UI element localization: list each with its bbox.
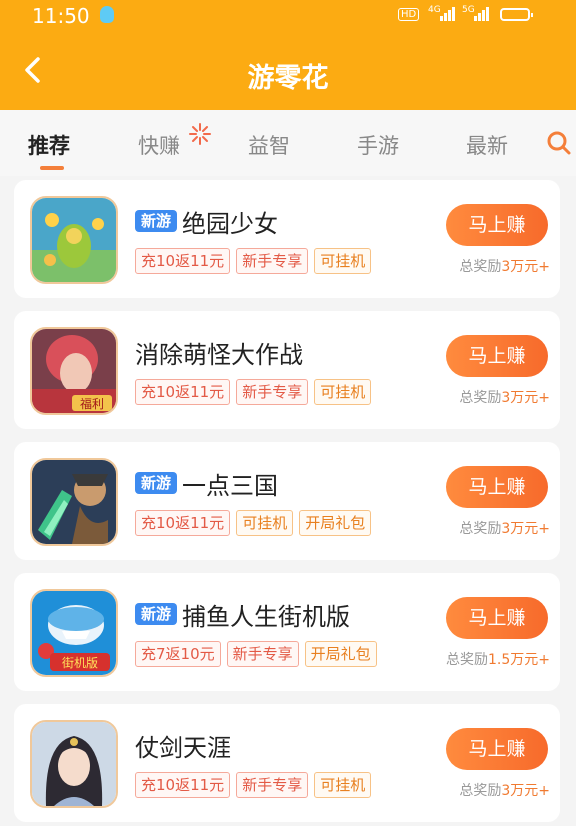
tab-puzzle[interactable]: 益智 (248, 130, 290, 160)
total-reward: 总奖励3万元+ (459, 256, 550, 276)
tag-recharge-bonus: 充10返11元 (135, 772, 231, 798)
status-time: 11:50 (32, 4, 90, 28)
earn-now-button[interactable]: 马上赚 (446, 204, 548, 246)
game-icon-juyuan (30, 196, 118, 284)
reward-amount: 3万元+ (501, 259, 550, 275)
game-tags: 充10返11元 可挂机 开局礼包 (135, 510, 377, 536)
status-bar: 11:50 HD 4G 5G (0, 0, 576, 30)
battery-icon (500, 8, 533, 21)
app-header: 游零花 (0, 30, 576, 110)
game-tags: 充7返10元 新手专享 开局礼包 (135, 641, 383, 667)
total-reward: 总奖励3万元+ (459, 780, 550, 800)
tag-idle-play: 可挂机 (236, 510, 294, 536)
game-tags: 充10返11元 新手专享 可挂机 (135, 772, 377, 798)
game-name: 仗剑天涯 (135, 734, 231, 762)
game-card[interactable]: 新游 一点三国 充10返11元 可挂机 开局礼包 马上赚 总奖励3万元+ (14, 442, 560, 560)
signal-bars-icon-2 (474, 7, 490, 21)
game-card[interactable]: 新游 绝园少女 充10返11元 新手专享 可挂机 马上赚 总奖励3万元+ (14, 180, 560, 298)
game-tags: 充10返11元 新手专享 可挂机 (135, 379, 377, 405)
tag-newbie-exclusive: 新手专享 (236, 379, 309, 405)
tab-mobile-games[interactable]: 手游 (357, 130, 399, 160)
active-tab-indicator (40, 166, 64, 170)
qq-notification-icon (100, 6, 114, 23)
search-icon[interactable] (546, 130, 574, 158)
total-reward: 总奖励3万元+ (459, 518, 550, 538)
reward-label: 总奖励 (459, 390, 502, 406)
tag-newbie-exclusive: 新手专享 (226, 641, 299, 667)
tag-idle-play: 可挂机 (314, 379, 372, 405)
tag-recharge-bonus: 充10返11元 (135, 248, 231, 274)
category-tabs: 推荐 快赚 益智 手游 最新 (0, 110, 576, 176)
new-game-badge: 新游 (135, 603, 177, 625)
game-name: 消除萌怪大作战 (135, 341, 303, 369)
network-4g-label: 4G (428, 5, 441, 15)
tag-recharge-bonus: 充10返11元 (135, 510, 231, 536)
tag-newbie-exclusive: 新手专享 (236, 772, 309, 798)
tag-starter-pack: 开局礼包 (304, 641, 377, 667)
reward-label: 总奖励 (459, 783, 502, 799)
hd-voice-icon: HD (398, 8, 420, 21)
total-reward: 总奖励1.5万元+ (446, 649, 550, 669)
tag-recharge-bonus: 充10返11元 (135, 379, 231, 405)
game-icon-buyu: 街机版 (30, 589, 118, 677)
game-tags: 充10返11元 新手专享 可挂机 (135, 248, 377, 274)
icon-welfare-label: 福利 (80, 396, 104, 411)
network-5g-label: 5G (462, 5, 475, 15)
game-card[interactable]: 仗剑天涯 充10返11元 新手专享 可挂机 马上赚 总奖励3万元+ (14, 704, 560, 822)
reward-amount: 3万元+ (501, 390, 550, 406)
tab-newest[interactable]: 最新 (466, 130, 508, 160)
total-reward: 总奖励3万元+ (459, 387, 550, 407)
earn-now-button[interactable]: 马上赚 (446, 335, 548, 377)
tag-idle-play: 可挂机 (314, 772, 372, 798)
reward-label: 总奖励 (459, 521, 502, 537)
reward-amount: 3万元+ (501, 521, 550, 537)
game-icon-xiaochu: 福利 (30, 327, 118, 415)
game-card[interactable]: 福利 消除萌怪大作战 充10返11元 新手专享 可挂机 马上赚 总奖励3万元+ (14, 311, 560, 429)
new-game-badge: 新游 (135, 210, 177, 232)
tag-starter-pack: 开局礼包 (299, 510, 372, 536)
icon-arcade-label: 街机版 (62, 656, 98, 670)
game-name: 一点三国 (182, 472, 278, 500)
earn-now-button[interactable]: 马上赚 (446, 597, 548, 639)
tag-newbie-exclusive: 新手专享 (236, 248, 309, 274)
game-icon-yidian-sanguo (30, 458, 118, 546)
game-name: 绝园少女 (182, 210, 278, 238)
tag-idle-play: 可挂机 (314, 248, 372, 274)
tab-recommend[interactable]: 推荐 (28, 130, 70, 160)
game-card[interactable]: 街机版 新游 捕鱼人生街机版 充7返10元 新手专享 开局礼包 马上赚 总奖励1.5… (14, 573, 560, 691)
game-icon-zhangjian (30, 720, 118, 808)
reward-amount: 1.5万元+ (488, 652, 550, 668)
new-game-badge: 新游 (135, 472, 177, 494)
tag-recharge-bonus: 充7返10元 (135, 641, 221, 667)
tab-quick-earn[interactable]: 快赚 (138, 130, 180, 160)
reward-label: 总奖励 (459, 259, 502, 275)
earn-now-button[interactable]: 马上赚 (446, 466, 548, 508)
reward-label: 总奖励 (446, 652, 488, 668)
reward-amount: 3万元+ (501, 783, 550, 799)
game-name: 捕鱼人生街机版 (182, 603, 350, 631)
page-title: 游零花 (247, 63, 329, 94)
sparkle-icon (189, 123, 211, 145)
signal-bars-icon (440, 7, 456, 21)
earn-now-button[interactable]: 马上赚 (446, 728, 548, 770)
